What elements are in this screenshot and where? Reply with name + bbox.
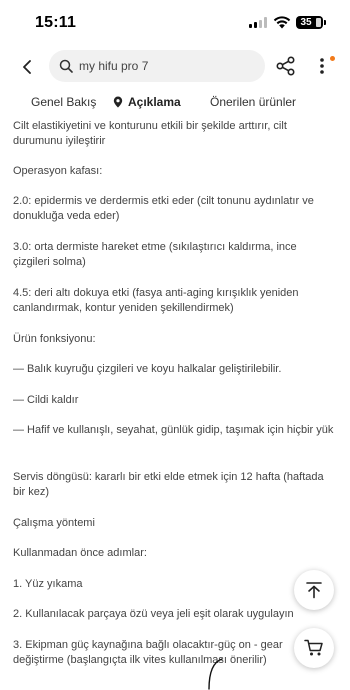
location-pin-icon bbox=[113, 96, 123, 108]
description-paragraph: Operasyon kafası: bbox=[13, 165, 103, 177]
search-query: my hifu pro 7 bbox=[79, 59, 149, 73]
cart-icon bbox=[304, 639, 324, 657]
scroll-to-top-button[interactable] bbox=[294, 570, 334, 610]
description-paragraph: Ürün fonksiyonu: bbox=[13, 333, 96, 345]
status-time: 15:11 bbox=[35, 14, 77, 31]
tab-overview[interactable]: Genel Bakış bbox=[31, 95, 96, 109]
description-paragraph: 2. Kullanılacak parçaya özü veya jeli eş… bbox=[13, 608, 294, 620]
tab-recommended[interactable]: Önerilen ürünler bbox=[210, 95, 296, 109]
tab-description-label: Açıklama bbox=[128, 95, 181, 109]
wifi-icon bbox=[273, 15, 291, 29]
search-input[interactable]: my hifu pro 7 bbox=[49, 50, 265, 82]
description-paragraph: — Cildi kaldır bbox=[13, 394, 79, 406]
scroll-indicator bbox=[196, 658, 226, 690]
description-paragraph: — Hafif ve kullanışlı, seyahat, günlük g… bbox=[13, 424, 334, 436]
back-arrow-icon[interactable] bbox=[14, 54, 40, 80]
description-paragraph: Cilt elastikiyetini ve konturunu etkili … bbox=[13, 120, 287, 147]
description-paragraph: 4.5: deri altı dokuya etki (fasya anti-a… bbox=[13, 287, 299, 314]
scroll-to-top-icon bbox=[305, 581, 323, 599]
signal-icon bbox=[249, 17, 267, 28]
description-paragraph: 3.0: orta dermiste hareket etme (sıkılaş… bbox=[13, 241, 297, 268]
battery-level: 35 bbox=[300, 17, 312, 28]
description-paragraph: Kullanmadan önce adımlar: bbox=[13, 547, 147, 559]
tab-description[interactable]: Açıklama bbox=[113, 95, 181, 109]
description-paragraph: — Balık kuyruğu çizgileri ve koyu halkal… bbox=[13, 363, 282, 375]
status-bar: 15:11 35 bbox=[0, 0, 350, 44]
search-icon bbox=[59, 59, 73, 73]
description-paragraph: 2.0: epidermis ve derdermis etki eder (c… bbox=[13, 195, 314, 222]
description-paragraph: 3. Ekipman güç kaynağına bağlı olacaktır… bbox=[13, 639, 283, 666]
notification-dot bbox=[330, 56, 335, 61]
description-paragraph: 1. Yüz yıkama bbox=[13, 578, 83, 590]
section-tabs: Genel Bakış Açıklama Önerilen ürünler bbox=[0, 90, 350, 116]
description-paragraph: Servis döngüsü: kararlı bir etki elde et… bbox=[13, 471, 324, 498]
cart-button[interactable] bbox=[294, 628, 334, 668]
description-paragraph: Çalışma yöntemi bbox=[13, 517, 95, 529]
battery-icon: 35 bbox=[296, 16, 326, 29]
share-icon[interactable] bbox=[274, 54, 298, 78]
search-header: my hifu pro 7 bbox=[0, 44, 350, 90]
more-vertical-icon[interactable] bbox=[312, 54, 332, 78]
product-description-page: 15:11 35 my hifu pro 7 Genel Bakış Açıkl… bbox=[0, 0, 350, 690]
